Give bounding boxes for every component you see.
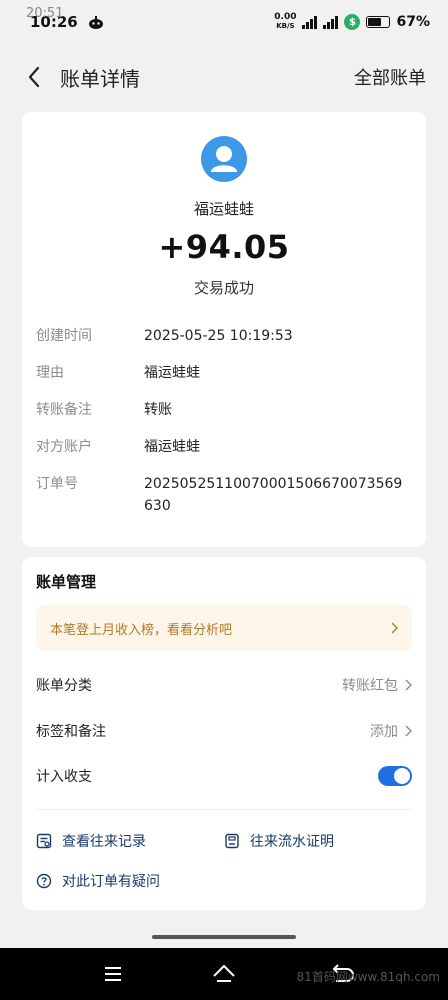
payment-badge-icon: $ [344, 14, 361, 30]
transaction-card: 福运蛙蛙 +94.05 交易成功 创建时间 2025-05-25 10:19:5… [22, 112, 426, 547]
status-bar: 20:51 10:26 0.00 KB/S $ 67% [0, 0, 448, 44]
detail-value: 2025-05-25 10:19:53 [144, 328, 293, 344]
question-circle-icon [36, 873, 52, 889]
order-number: 20250525110070001506670073569630 [144, 476, 403, 514]
document-proof-icon [225, 833, 239, 849]
count-toggle[interactable] [378, 766, 412, 786]
home-indicator[interactable] [152, 935, 296, 939]
back-button[interactable] [22, 65, 46, 89]
battery-icon [366, 16, 391, 28]
detail-key: 对方账户 [36, 439, 92, 455]
chevron-right-icon [405, 679, 412, 691]
category-value-text: 转账红包 [342, 678, 398, 694]
count-label: 计入收支 [36, 769, 92, 785]
notification-app-icon [88, 16, 103, 29]
history-record-icon [36, 833, 52, 849]
signal-4g-icon [323, 15, 339, 29]
detail-value: 转账 [144, 402, 172, 418]
signal-5g-icon [302, 15, 318, 29]
transaction-proof-link[interactable]: 往来流水证明 [224, 831, 334, 851]
transaction-status: 交易成功 [193, 279, 254, 297]
tags-value-text: 添加 [370, 724, 398, 740]
chevron-right-icon [391, 622, 398, 634]
management-title: 账单管理 [36, 573, 97, 591]
income-rank-banner[interactable]: 本笔登上月收入榜，看看分析吧 [36, 605, 412, 651]
category-label: 账单分类 [36, 678, 92, 694]
banner-text: 本笔登上月收入榜，看看分析吧 [50, 622, 233, 638]
net-speed-value: 0.00 [274, 12, 297, 22]
all-bills-link[interactable]: 全部账单 [354, 64, 426, 90]
home-icon[interactable] [212, 962, 236, 986]
watermark: 81首码网www.81qh.com [296, 970, 440, 984]
view-history-text: 查看往来记录 [62, 834, 146, 850]
back-arrow-icon [28, 66, 40, 88]
detail-key: 转账备注 [36, 402, 92, 418]
category-row[interactable]: 账单分类 转账红包 [36, 670, 412, 700]
battery-percent: 67% [396, 14, 430, 30]
detail-row: 订单号 20250525110070001506670073569630 [36, 473, 416, 517]
tags-value[interactable]: 添加 [370, 721, 412, 741]
payer-name: 福运蛙蛙 [193, 200, 254, 218]
transaction-proof-text: 往来流水证明 [250, 834, 334, 850]
detail-value: 福运蛙蛙 [144, 439, 200, 455]
detail-row: 转账备注 转账 [36, 399, 416, 421]
menu-icon[interactable] [101, 962, 125, 986]
detail-key: 创建时间 [36, 328, 92, 344]
divider [36, 809, 412, 810]
detail-value: 福运蛙蛙 [144, 365, 200, 381]
status-right: 0.00 KB/S $ 67% [274, 13, 430, 31]
page-title: 账单详情 [60, 66, 140, 91]
tags-label: 标签和备注 [36, 724, 106, 740]
net-speed-unit: KB/S [276, 22, 295, 30]
detail-row: 对方账户 福运蛙蛙 [36, 436, 416, 458]
nav-bar: 账单详情 全部账单 [0, 52, 448, 102]
chevron-right-icon [405, 725, 412, 737]
view-history-link[interactable]: 查看往来记录 [36, 831, 146, 851]
order-question-text: 对此订单有疑问 [62, 874, 160, 890]
net-speed: 0.00 KB/S [274, 13, 296, 31]
user-avatar-icon[interactable] [201, 136, 247, 182]
detail-key: 订单号 [36, 476, 78, 492]
count-row: 计入收支 [36, 761, 412, 791]
order-question-link[interactable]: 对此订单有疑问 [36, 871, 160, 891]
detail-key: 理由 [36, 365, 64, 381]
management-card: 账单管理 本笔登上月收入榜，看看分析吧 账单分类 转账红包 标签和备注 添加 计… [22, 557, 426, 910]
tags-row[interactable]: 标签和备注 添加 [36, 716, 412, 746]
detail-row: 理由 福运蛙蛙 [36, 362, 416, 384]
detail-row: 创建时间 2025-05-25 10:19:53 [36, 325, 416, 347]
ghost-time: 20:51 [26, 6, 64, 21]
amount: +94.05 [158, 228, 290, 266]
category-value[interactable]: 转账红包 [342, 675, 412, 695]
